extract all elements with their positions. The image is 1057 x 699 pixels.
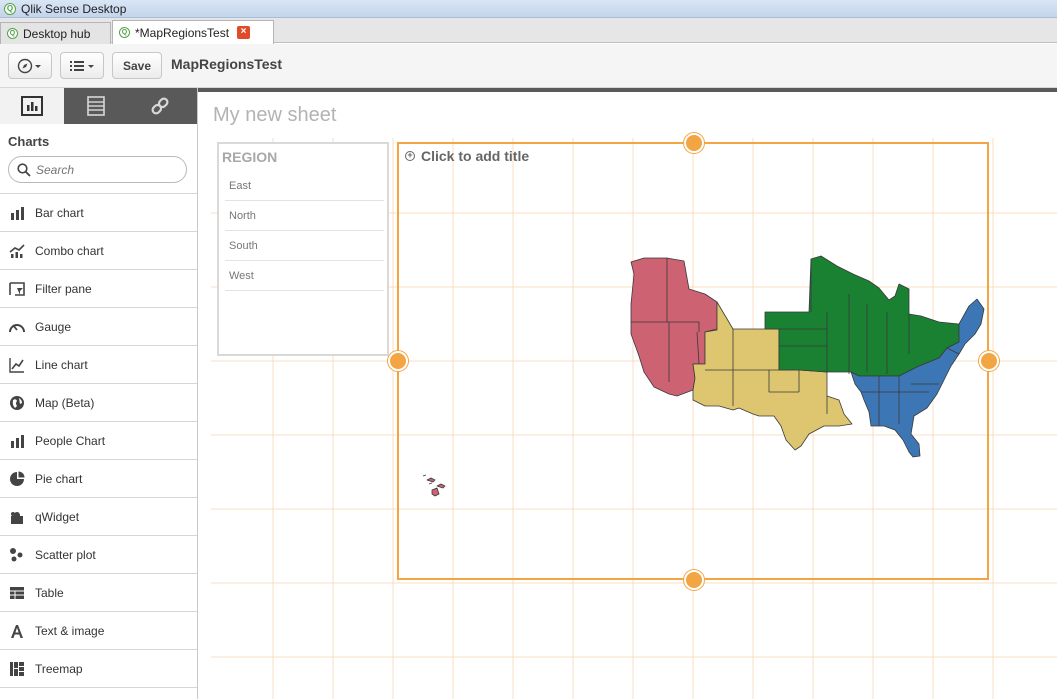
window-title-bar: Q Qlik Sense Desktop [0,0,1057,18]
chart-item-gauge[interactable]: Gauge [0,308,197,346]
list-menu-icon [70,60,94,71]
search-box[interactable] [8,156,187,183]
link-icon [151,97,169,115]
chart-item-table[interactable]: Table [0,574,197,612]
map-region-north [764,255,960,377]
save-button[interactable]: Save [112,52,162,79]
close-tab-icon[interactable]: × [237,26,251,39]
filter-value-east[interactable]: East [225,171,384,201]
fields-icon [87,96,105,116]
filter-pane-header: REGION [222,149,278,165]
tab-master-items[interactable] [128,88,192,124]
treemap-icon [10,661,24,676]
chart-item-label: Treemap [35,661,83,676]
line-chart-icon [9,357,24,373]
resize-handle-left[interactable] [388,351,408,371]
text-image-icon [11,624,23,638]
compass-icon [17,58,41,73]
combo-chart-icon [9,243,25,258]
chart-item-scatter-plot[interactable]: Scatter plot [0,536,197,574]
qlik-icon: Q [7,28,18,39]
sheet-title[interactable]: My new sheet [213,104,336,127]
bar-chart-icon [11,206,24,220]
chart-item-label: Scatter plot [35,547,96,562]
filter-pane-region[interactable]: REGION East North South West [217,142,389,356]
map-object[interactable]: + Click to add title [397,142,989,580]
chart-item-label: Table [35,585,64,600]
chart-item-pie-chart[interactable]: Pie chart [0,460,197,498]
filter-value-north[interactable]: North [225,201,384,231]
chart-item-map[interactable]: Map (Beta) [0,384,197,422]
chart-item-label: qWidget [35,509,80,524]
map-icon [10,395,24,410]
resize-handle-right[interactable] [979,351,999,371]
qlik-logo-icon: Q [4,2,16,15]
chart-item-people-chart[interactable]: People Chart [0,422,197,460]
filter-value-south[interactable]: South [225,231,384,261]
chart-item-label: Gauge [35,319,72,334]
tab-desktop-hub[interactable]: Q Desktop hub [0,22,111,44]
resize-handle-top[interactable] [684,133,704,153]
charts-icon [21,96,43,116]
tab-map-regions-test[interactable]: Q *MapRegionsTest × [112,20,274,44]
tab-bar: Q Desktop hub Q *MapRegionsTest × [0,18,1057,44]
window-title: Qlik Sense Desktop [21,1,127,16]
chart-item-bar-chart[interactable]: Bar chart [0,194,197,232]
filter-value-west[interactable]: West [225,261,384,291]
map-region-west-hawaii [422,474,446,497]
toolbar: Save [0,44,1057,88]
section-title: Charts [8,134,50,149]
filter-pane-icon [9,281,25,296]
chart-item-label: Map (Beta) [35,395,95,410]
tab-label: Desktop hub [23,26,91,41]
resize-handle-bottom[interactable] [684,570,704,590]
table-icon [10,586,24,599]
chart-item-label: Text & image [35,623,105,638]
chart-item-label: People Chart [35,433,106,448]
gauge-icon [9,323,25,332]
chart-item-treemap[interactable]: Treemap [0,650,197,688]
chart-item-label: Pie chart [35,471,83,486]
scatter-plot-icon [10,547,23,561]
chart-item-filter-pane[interactable]: Filter pane [0,270,197,308]
search-input[interactable] [36,162,176,177]
chart-item-text-image[interactable]: Text & image [0,612,197,650]
assets-panel: Charts Bar chart Combo chart Filter pane… [0,88,198,699]
chart-item-line-chart[interactable]: Line chart [0,346,197,384]
chart-item-combo-chart[interactable]: Combo chart [0,232,197,270]
assets-tabs [0,88,197,124]
chart-item-label: Bar chart [35,205,84,220]
us-regions-map[interactable] [399,144,987,578]
chart-item-label: Filter pane [35,281,92,296]
chart-item-qwidget[interactable]: qWidget [0,498,197,536]
global-menu-button[interactable] [60,52,104,79]
tab-charts[interactable] [0,88,64,124]
chart-item-label: Combo chart [35,243,104,258]
navigation-menu-button[interactable] [8,52,52,79]
qlik-icon: Q [119,27,130,38]
tab-label: *MapRegionsTest [135,25,230,40]
app-name: MapRegionsTest [171,56,282,72]
sheet-canvas[interactable]: My new sheet REGION East North South Wes… [201,92,1057,699]
search-icon [17,162,31,177]
chart-list: Bar chart Combo chart Filter pane Gauge … [0,193,197,688]
tab-fields[interactable] [64,88,128,124]
pie-chart-icon [10,471,25,486]
qwidget-icon [11,511,23,524]
chart-item-label: Line chart [35,357,88,372]
people-chart-icon [11,434,24,448]
